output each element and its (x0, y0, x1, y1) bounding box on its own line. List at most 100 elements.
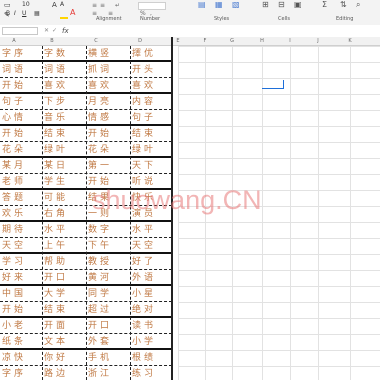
table-cell[interactable]: 喜欢 (132, 79, 156, 93)
number-format-dropdown[interactable] (138, 2, 166, 10)
underline-icon[interactable]: U (22, 10, 30, 18)
table-cell[interactable]: 天空 (2, 239, 26, 253)
table-cell[interactable]: 擇优 (132, 47, 156, 61)
table-cell[interactable]: 开始 (2, 303, 26, 317)
column-header-b[interactable]: B (46, 37, 58, 45)
table-cell[interactable]: 句子 (2, 95, 26, 109)
table-cell[interactable]: 水平 (44, 223, 68, 237)
fill-color-icon[interactable] (60, 17, 68, 19)
table-cell[interactable]: 花朵 (88, 143, 112, 157)
table-cell[interactable]: 教授 (88, 255, 112, 269)
table-cell[interactable]: 路边 (44, 367, 68, 380)
table-cell[interactable]: 下午 (88, 239, 112, 253)
table-cell[interactable]: 词语 (44, 63, 68, 77)
align-middle-icon[interactable]: ≡ (100, 2, 108, 10)
table-cell[interactable]: 天下 (132, 159, 156, 173)
autosum-icon[interactable]: Σ (322, 1, 330, 9)
table-cell[interactable]: 中国 (2, 287, 26, 301)
column-header-k[interactable]: K (344, 37, 356, 45)
format-cells-icon[interactable]: ▣ (294, 1, 302, 9)
table-cell[interactable]: 第一 (88, 159, 112, 173)
insert-function-button[interactable]: fx (62, 27, 69, 35)
table-cell[interactable]: 学习 (2, 255, 26, 269)
column-header-e[interactable]: E (172, 37, 184, 45)
table-cell[interactable]: 开始 (88, 127, 112, 141)
table-cell[interactable]: 喜欢 (88, 79, 112, 93)
table-cell[interactable]: 好来 (2, 271, 26, 285)
table-cell[interactable]: 绿叶 (44, 143, 68, 157)
table-cell[interactable]: 好了 (132, 255, 156, 269)
name-box[interactable] (2, 27, 38, 35)
cell-styles-icon[interactable]: ▧ (232, 1, 240, 9)
column-header-h[interactable]: H (256, 37, 268, 45)
table-cell[interactable]: 开始 (2, 127, 26, 141)
table-cell[interactable]: 内容 (132, 95, 156, 109)
table-cell[interactable]: 字序 (2, 367, 26, 380)
table-cell[interactable]: 水平 (132, 223, 156, 237)
table-cell[interactable]: 大学 (44, 287, 68, 301)
table-cell[interactable]: 字序 (2, 47, 26, 61)
wrap-text-icon[interactable]: ↵ (115, 2, 123, 10)
table-cell[interactable]: 外语 (132, 271, 156, 285)
table-cell[interactable]: 手机 (88, 351, 112, 365)
find-select-icon[interactable]: ⌕ (356, 1, 364, 9)
table-cell[interactable]: 凉快 (2, 351, 26, 365)
table-cell[interactable]: 横竖 (88, 47, 112, 61)
increase-font-icon[interactable]: A (52, 1, 60, 9)
table-cell[interactable]: 词语 (2, 63, 26, 77)
column-header-d[interactable]: D (134, 37, 146, 45)
table-cell[interactable]: 数字 (88, 223, 112, 237)
table-cell[interactable]: 练习 (132, 367, 156, 380)
table-cell[interactable]: 小星 (132, 287, 156, 301)
table-cell[interactable]: 浙江 (88, 367, 112, 380)
table-cell[interactable]: 某日 (44, 159, 68, 173)
table-cell[interactable]: 情感 (88, 111, 112, 125)
borders-icon[interactable]: ▦ (34, 10, 42, 18)
table-cell[interactable]: 开面 (44, 319, 68, 333)
table-cell[interactable]: 开头 (132, 63, 156, 77)
table-cell[interactable]: 绿叶 (132, 143, 156, 157)
enter-icon[interactable]: ✓ (52, 27, 57, 35)
table-cell[interactable]: 超过 (88, 303, 112, 317)
table-cell[interactable]: 花朵 (2, 143, 26, 157)
table-cell[interactable]: 喜欢 (44, 79, 68, 93)
table-cell[interactable]: 结束 (44, 127, 68, 141)
table-cell[interactable]: 老师 (2, 175, 26, 189)
table-cell[interactable]: 字数 (44, 47, 68, 61)
table-cell[interactable]: 绝对 (132, 303, 156, 317)
sort-filter-icon[interactable]: ⇅ (340, 1, 348, 9)
font-color-icon[interactable]: A (70, 9, 78, 17)
table-cell[interactable]: 纸条 (2, 335, 26, 349)
conditional-formatting-icon[interactable]: ▤ (198, 1, 206, 9)
table-cell[interactable]: 欢乐 (2, 207, 26, 221)
table-cell[interactable]: 黄河 (88, 271, 112, 285)
table-cell[interactable]: 月亮 (88, 95, 112, 109)
table-cell[interactable]: 可能 (44, 191, 68, 205)
table-cell[interactable]: 答题 (2, 191, 26, 205)
formula-input[interactable] (74, 27, 374, 35)
decrease-font-icon[interactable]: A (60, 1, 68, 9)
bold-icon[interactable]: B (6, 10, 14, 18)
table-cell[interactable]: 期待 (2, 223, 26, 237)
italic-icon[interactable]: I (14, 10, 22, 18)
paste-icon[interactable]: ▭ (4, 1, 12, 9)
table-cell[interactable]: 小老 (2, 319, 26, 333)
table-cell[interactable]: 帮助 (44, 255, 68, 269)
table-cell[interactable]: 外套 (88, 335, 112, 349)
table-cell[interactable]: 学生 (44, 175, 68, 189)
column-header-a[interactable]: A (8, 37, 20, 45)
font-size-dropdown[interactable]: 10 (22, 1, 30, 9)
table-cell[interactable]: 天空 (132, 239, 156, 253)
table-cell[interactable]: 音乐 (44, 111, 68, 125)
column-header-f[interactable]: F (199, 37, 211, 45)
table-cell[interactable]: 读书 (132, 319, 156, 333)
table-cell[interactable]: 上午 (44, 239, 68, 253)
table-cell[interactable]: 小学 (132, 335, 156, 349)
table-cell[interactable]: 结束 (44, 303, 68, 317)
table-cell[interactable]: 根绩 (132, 351, 156, 365)
table-cell[interactable]: 你好 (44, 351, 68, 365)
table-cell[interactable]: 抓词 (88, 63, 112, 77)
table-cell[interactable]: 结束 (132, 127, 156, 141)
table-cell[interactable]: 句子 (132, 111, 156, 125)
table-cell[interactable]: 开口 (44, 271, 68, 285)
